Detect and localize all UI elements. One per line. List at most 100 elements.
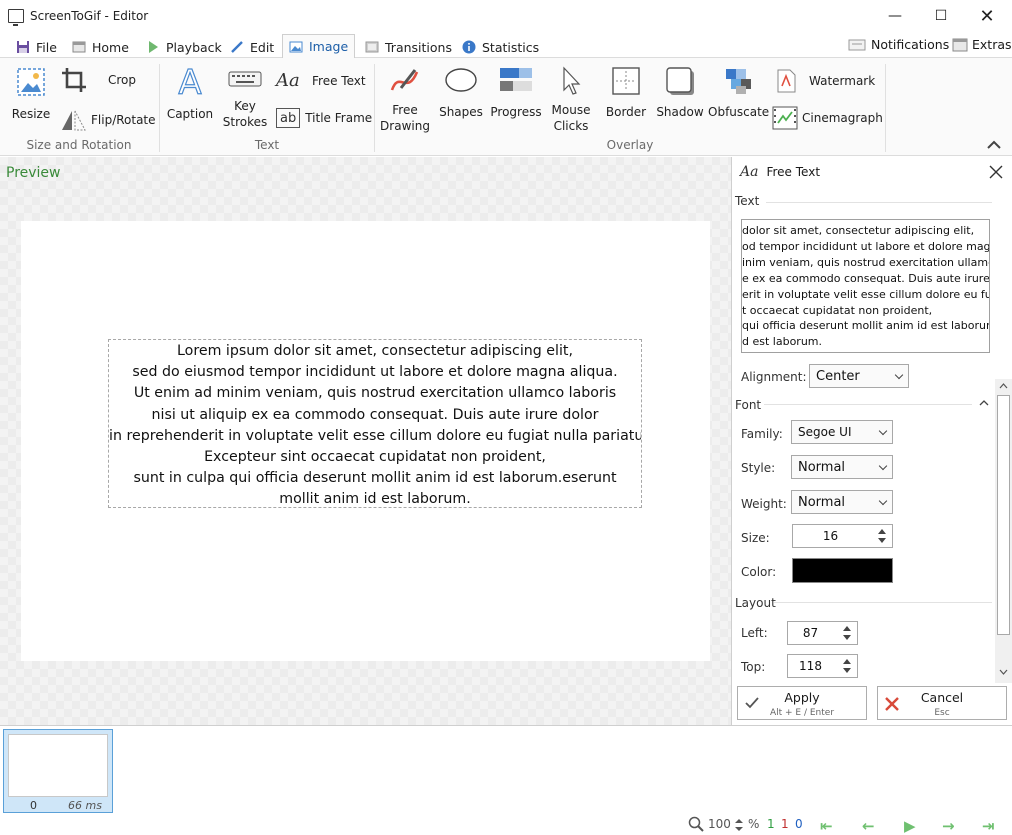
scroll-up-icon[interactable] [999,382,1008,389]
info-icon [462,40,476,54]
free-text-button[interactable]: Aa Free Text [276,70,366,91]
progress-icon [500,68,532,91]
font-color-swatch[interactable] [792,558,893,583]
scroll-down-area[interactable] [995,663,1012,683]
crop-button[interactable]: Crop [60,66,136,94]
group-label-size-rotation: Size and Rotation [26,138,132,152]
overlay-line: mollit anim id est laborum. [279,491,471,508]
flip-rotate-button[interactable]: Flip/Rotate [60,108,156,132]
increment-icon[interactable] [878,529,886,534]
status-bar: 100 % 1 1 0 ⇤ ← ▶ → ⇥ [0,815,1012,835]
watermark-icon [777,69,796,93]
family-label: Family: [741,427,783,441]
next-frame-icon[interactable]: → [942,817,955,835]
mouse-clicks-button[interactable]: Mouse Clicks [548,66,594,134]
decrement-icon[interactable] [843,635,851,640]
decrement-icon[interactable] [878,538,886,543]
increment-icon[interactable] [843,659,851,664]
resize-icon [17,68,45,96]
preview-canvas[interactable]: Lorem ipsum dolor sit amet, consectetur … [21,221,710,661]
ribbon: Resize Crop Flip/Rotate Size and Rotatio… [0,58,1012,156]
free-drawing-button[interactable]: Free Drawing [380,66,430,134]
collapse-ribbon-icon[interactable] [986,138,1002,150]
cinemagraph-button[interactable]: Cinemagraph [772,106,883,130]
close-window-button[interactable]: ✕ [964,0,1010,32]
top-stepper[interactable]: 118 [787,654,858,678]
tab-statistics[interactable]: Statistics [456,36,545,58]
zoom-value[interactable]: 100 [708,817,731,831]
panel-scrollbar[interactable] [995,379,1012,683]
style-label: Style: [741,461,776,475]
play-icon [149,41,158,53]
size-label: Size: [741,531,770,545]
play-icon[interactable]: ▶ [904,817,916,835]
font-section-label: Font [735,398,762,412]
section-divider [766,202,992,203]
cancel-button[interactable]: Cancel Esc [877,686,1007,720]
border-icon [612,67,640,95]
shadow-icon [666,67,694,95]
watermark-button[interactable]: Watermark [774,68,875,94]
tab-transitions[interactable]: Transitions [359,36,458,58]
obfuscate-icon [726,69,751,94]
frame-thumbnail[interactable]: 0 66 ms [3,729,113,813]
flip-rotate-icon [62,110,86,131]
resize-button[interactable]: Resize [10,66,52,122]
increment-icon[interactable] [843,626,851,631]
chevron-up-icon[interactable] [979,399,989,407]
overlay-line: Ut enim ad minim veniam, quis nostrud ex… [133,385,617,402]
free-text-icon: Aa [740,164,759,180]
font-size-stepper[interactable]: 16 [792,524,893,548]
shapes-button[interactable]: Shapes [438,66,484,120]
selected-count: 1 [781,817,789,831]
tab-edit[interactable]: Edit [224,36,280,58]
frame-index: 0 [30,799,37,812]
alignment-select[interactable]: Center [809,364,909,388]
panel-title: Free Text [766,165,821,179]
progress-button[interactable]: Progress [490,66,542,120]
notifications-button[interactable]: Notifications [848,37,949,52]
tab-file[interactable]: File [10,36,63,58]
font-style-select[interactable]: Normal [791,455,893,479]
free-text-panel: Aa Free Text Text dolor sit amet, consec… [731,157,1012,725]
home-icon [72,41,86,53]
text-section-label: Text [735,194,760,208]
group-label-overlay: Overlay [606,138,654,152]
caption-button[interactable]: A Caption [166,62,214,122]
pencil-icon [231,41,243,53]
tab-playback[interactable]: Playback [140,36,228,58]
preview-area: Preview Lorem ipsum dolor sit amet, cons… [0,157,731,725]
font-family-select[interactable]: Segoe UI [791,420,893,444]
image-icon [289,41,303,52]
shadow-button[interactable]: Shadow [656,66,704,120]
maximize-button[interactable]: ☐ [918,0,964,32]
minimize-button[interactable]: — [872,0,918,32]
title-frame-button[interactable]: ab Title Frame [276,108,372,128]
apply-button[interactable]: Apply Alt + E / Enter [737,686,867,720]
scroll-down-icon[interactable] [999,669,1008,676]
first-frame-icon[interactable]: ⇤ [820,817,833,835]
key-strokes-button[interactable]: Key Strokes [222,66,268,130]
tab-home[interactable]: Home [66,36,135,58]
obfuscate-button[interactable]: Obfuscate [708,66,769,120]
last-frame-icon[interactable]: ⇥ [982,817,995,835]
font-weight-select[interactable]: Normal [791,490,893,514]
text-input[interactable]: dolor sit amet, consectetur adipiscing e… [741,219,990,353]
group-label-text: Text [254,138,280,152]
zoom-stepper-icon[interactable] [735,819,743,831]
extras-button[interactable]: Extras [952,37,1012,52]
free-text-overlay[interactable]: Lorem ipsum dolor sit amet, consectetur … [108,339,642,508]
svg-text:A: A [178,64,201,98]
frame-strip: 0 66 ms [0,725,1012,815]
preview-label: Preview [6,165,61,181]
caption-icon: A [178,62,202,103]
border-button[interactable]: Border [604,66,648,120]
previous-frame-icon[interactable]: ← [862,817,875,835]
left-stepper[interactable]: 87 [787,621,858,645]
close-panel-icon[interactable] [988,164,1004,180]
title-bar: ScreenToGif - Editor — ☐ ✕ [0,0,1012,32]
tab-image[interactable]: Image [282,34,356,59]
decrement-icon[interactable] [843,668,851,673]
save-icon [17,41,29,53]
scroll-thumb[interactable] [997,395,1010,635]
